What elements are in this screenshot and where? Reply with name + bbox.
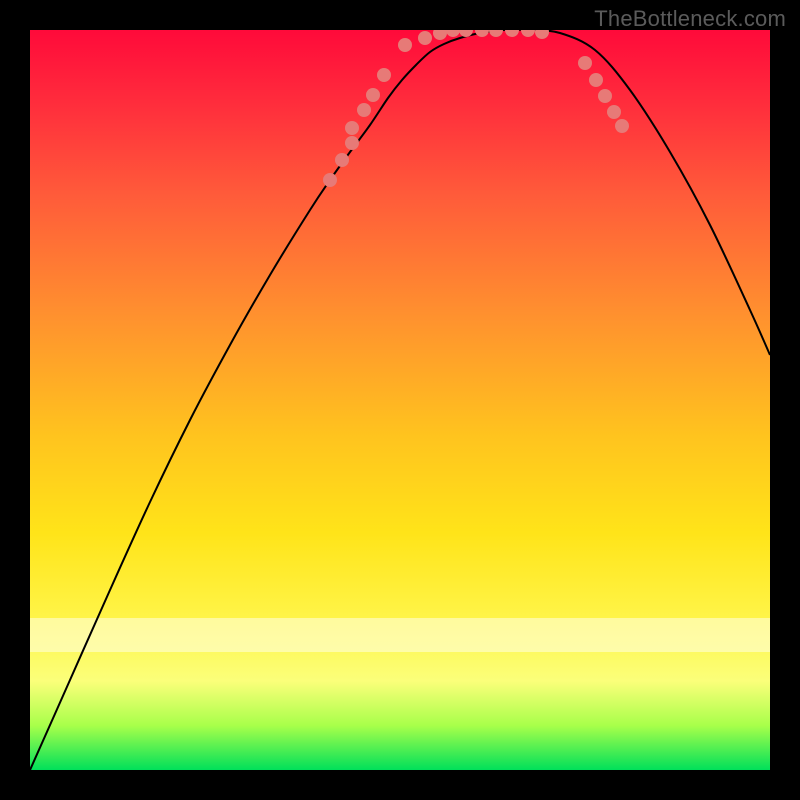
data-dot <box>578 56 592 70</box>
data-dot <box>589 73 603 87</box>
data-dot <box>345 121 359 135</box>
bottleneck-curve <box>30 30 770 770</box>
data-dot <box>446 30 460 37</box>
data-dot <box>323 173 337 187</box>
data-dot <box>335 153 349 167</box>
data-dot <box>535 30 549 39</box>
data-dot <box>607 105 621 119</box>
data-dot <box>377 68 391 82</box>
data-dot <box>366 88 380 102</box>
data-dot <box>345 136 359 150</box>
data-dot <box>615 119 629 133</box>
data-dot <box>598 89 612 103</box>
chart-frame: TheBottleneck.com <box>0 0 800 800</box>
data-dot <box>521 30 535 37</box>
data-dot <box>489 30 503 37</box>
data-dot <box>357 103 371 117</box>
data-dot <box>418 31 432 45</box>
plot-area <box>30 30 770 770</box>
data-dots <box>323 30 629 187</box>
data-dot <box>505 30 519 37</box>
watermark-text: TheBottleneck.com <box>594 6 786 32</box>
chart-svg <box>30 30 770 770</box>
data-dot <box>475 30 489 37</box>
data-dot <box>433 30 447 40</box>
data-dot <box>398 38 412 52</box>
